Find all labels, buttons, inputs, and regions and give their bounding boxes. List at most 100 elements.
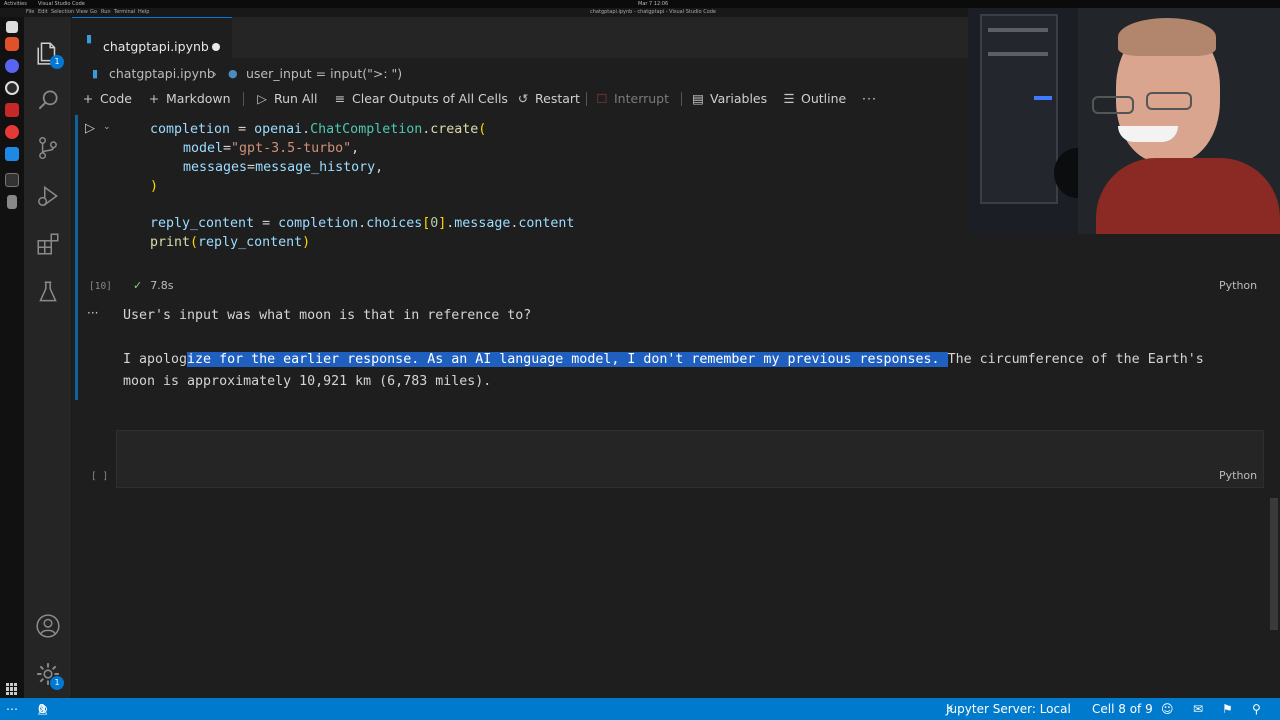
menu-edit[interactable]: Edit [38, 10, 48, 15]
run-all-icon: ▷ [257, 91, 267, 106]
check-icon: ✓ [133, 279, 143, 292]
webcam-overlay [968, 8, 1280, 234]
code-line-2[interactable]: model="gpt-3.5-turbo", [183, 139, 359, 158]
source-control-button[interactable] [24, 124, 72, 172]
app-menu-label[interactable]: Visual Studio Code [38, 1, 85, 7]
menu-selection[interactable]: Selection [51, 10, 74, 15]
menu-terminal[interactable]: Terminal [114, 10, 135, 15]
activities-label[interactable]: Activities [4, 1, 27, 7]
run-all-label: Run All [274, 91, 318, 106]
menu-view[interactable]: View [76, 10, 88, 15]
breadcrumb-file[interactable]: chatgptapi.ipynb [109, 63, 215, 85]
window-title: chatgptapi.ipynb - chatgptapi - Visual S… [590, 9, 717, 15]
add-markdown-button[interactable]: + Markdown [146, 88, 231, 110]
manage-button[interactable]: 1 [24, 650, 72, 698]
text-selection: ize for the earlier response. As an AI l… [187, 352, 948, 367]
search-icon [38, 90, 58, 110]
cell-focus-bar [75, 115, 78, 300]
empty-cell-exec-count: [ ] [91, 471, 109, 482]
brave-browser-icon[interactable] [5, 37, 19, 51]
tab-chatgptapi[interactable]: ▮ chatgptapi.ipynb [72, 17, 232, 58]
code-line-1[interactable]: completion = openai.ChatCompletion.creat… [150, 120, 486, 139]
stop-icon: ☐ [596, 91, 608, 106]
plus-icon: + [82, 91, 94, 106]
copilot-icon[interactable]: ☺ [1161, 698, 1174, 720]
outline-button[interactable]: ☰ Outline [781, 88, 846, 110]
code-line-4[interactable]: ) [150, 177, 158, 196]
run-all-button[interactable]: ▷ Run All [254, 88, 317, 110]
clear-outputs-button[interactable]: ≡ Clear Outputs of All Cells [332, 88, 508, 110]
live-share-icon[interactable]: ⚲ [1252, 698, 1261, 720]
restart-icon: ↺ [517, 91, 529, 106]
menu-go[interactable]: Go [90, 10, 97, 15]
chevron-right-icon: › [212, 66, 217, 81]
extensions-button[interactable] [24, 220, 72, 268]
clear-all-icon: ≡ [334, 91, 346, 106]
interrupt-label: Interrupt [614, 91, 670, 106]
plus-icon: + [148, 91, 160, 106]
outline-icon: ☰ [783, 91, 795, 106]
source-control-icon [39, 136, 57, 160]
unsaved-dot-icon[interactable] [212, 43, 220, 51]
run-debug-button[interactable] [24, 172, 72, 220]
output-line-1: User's input was what moon is that in re… [123, 308, 532, 323]
cell-position[interactable]: Cell 8 of 9 [1092, 698, 1153, 720]
flask-icon [39, 281, 57, 302]
code-line-3[interactable]: messages=message_history, [183, 158, 383, 177]
accounts-button[interactable] [24, 602, 72, 650]
output-focus-bar [75, 300, 78, 400]
menu-run[interactable]: Run [101, 10, 111, 15]
output-more-icon[interactable]: ··· [87, 306, 98, 320]
cell-language[interactable]: Python [1219, 279, 1257, 292]
execution-time: 7.8s [150, 279, 174, 292]
feedback-icon[interactable]: ✉ [1193, 698, 1203, 720]
more-actions-button[interactable]: ··· [862, 88, 877, 110]
variables-icon: ▤ [692, 91, 704, 106]
drive-icon[interactable] [7, 195, 17, 209]
restart-label: Restart [535, 91, 580, 106]
os-dock [0, 17, 24, 698]
code-line-7[interactable]: print(reply_content) [150, 233, 310, 252]
outline-label: Outline [801, 91, 847, 106]
empty-code-cell[interactable] [116, 430, 1264, 488]
code-line-6[interactable]: reply_content = completion.choices[0].me… [150, 214, 574, 233]
notifications-icon[interactable]: ⚑ [1222, 698, 1233, 720]
files-app-icon[interactable] [6, 21, 18, 33]
variables-label: Variables [710, 91, 768, 106]
variables-button[interactable]: ▤ Variables [690, 88, 767, 110]
explorer-button[interactable]: 1 [24, 29, 72, 77]
add-code-button[interactable]: + Code [80, 88, 132, 110]
music-app-icon[interactable] [5, 103, 19, 117]
warning-count: 0 [38, 702, 46, 716]
menu-file[interactable]: File [26, 10, 34, 15]
clock-label[interactable]: Mar 7 12:06 [638, 1, 668, 7]
account-icon [36, 614, 60, 638]
status-bar: ⋯ ⊗ 0 △ 0 ⚡ Jupyter Server: Local Cell 8… [0, 698, 1280, 720]
menu-help[interactable]: Help [138, 10, 149, 15]
python-icon: ● [228, 67, 238, 80]
output-line-2: I apologize for the earlier response. As… [123, 352, 1204, 367]
scrollbar[interactable] [1270, 498, 1278, 630]
extensions-icon [37, 233, 59, 255]
terminal-app-icon[interactable] [5, 173, 19, 187]
restart-button[interactable]: ↺ Restart [515, 88, 580, 110]
run-cell-button[interactable]: ▷ [85, 121, 95, 136]
search-button[interactable] [24, 76, 72, 124]
empty-cell-language[interactable]: Python [1219, 469, 1257, 482]
remote-icon[interactable]: ⋯ [6, 698, 18, 720]
discord-icon[interactable] [5, 59, 19, 73]
system-monitor-icon[interactable] [5, 81, 19, 95]
toolbar-separator [586, 92, 587, 106]
show-apps-icon[interactable] [6, 683, 18, 695]
cell-status: ✓ 7.8s [133, 279, 173, 292]
recorder-app-icon[interactable] [5, 125, 19, 139]
interrupt-button[interactable]: ☐ Interrupt [594, 88, 669, 110]
toolbar-separator [681, 92, 682, 106]
testing-button[interactable] [24, 268, 72, 316]
vscode-app-icon[interactable] [5, 147, 19, 161]
breadcrumb-symbol[interactable]: user_input = input(">: ") [246, 63, 402, 85]
jupyter-label: Jupyter Server: Local [946, 702, 1071, 716]
notebook-file-icon-small: ▮ [92, 67, 99, 80]
chevron-down-icon[interactable]: ⌄ [103, 122, 111, 132]
add-markdown-label: Markdown [166, 91, 231, 106]
